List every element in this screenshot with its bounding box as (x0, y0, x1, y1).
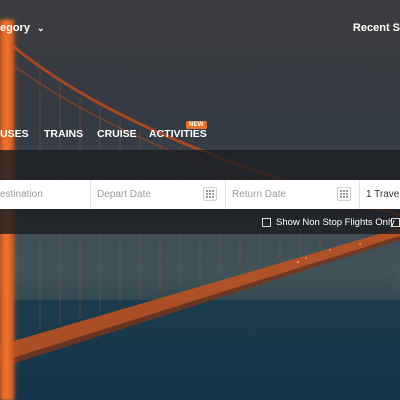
calendar-icon[interactable] (203, 187, 217, 201)
travellers-field[interactable]: 1 Travelle (360, 180, 400, 209)
non-stop-checkbox[interactable] (262, 218, 271, 227)
depart-date-field[interactable]: Depart Date (91, 180, 226, 209)
tab-trains[interactable]: TRAINS (44, 128, 83, 140)
recent-searches-link[interactable]: Recent S (353, 22, 400, 34)
new-badge: NEW (186, 121, 207, 129)
second-option-checkbox[interactable] (391, 218, 400, 227)
search-options: Show Non Stop Flights Only (0, 216, 400, 230)
category-dropdown[interactable]: egory ⌄ (0, 22, 45, 34)
tab-activities[interactable]: ACTIVITIES (149, 128, 207, 140)
return-placeholder: Return Date (232, 189, 286, 200)
calendar-icon[interactable] (337, 187, 351, 201)
destination-placeholder: estination (0, 189, 43, 200)
tab-cruise[interactable]: CRUISE (97, 128, 137, 140)
travellers-value: 1 Travelle (366, 189, 400, 200)
return-date-field[interactable]: Return Date (226, 180, 360, 209)
category-label: egory (0, 22, 30, 34)
non-stop-label: Show Non Stop Flights Only (276, 217, 395, 228)
recent-label: Recent S (352, 22, 400, 34)
destination-field[interactable]: estination (0, 180, 91, 209)
tab-buses[interactable]: USES (0, 128, 29, 140)
depart-placeholder: Depart Date (97, 189, 151, 200)
chevron-down-icon: ⌄ (37, 23, 45, 33)
search-form: estination Depart Date Return Date 1 Tra… (0, 180, 400, 209)
